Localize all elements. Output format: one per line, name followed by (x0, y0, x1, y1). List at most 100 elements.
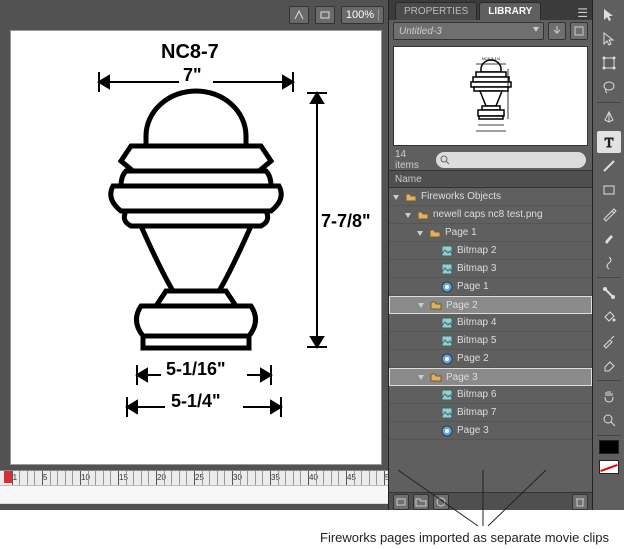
eraser-tool[interactable] (597, 354, 621, 376)
row-type-icon (440, 424, 454, 438)
library-tree[interactable]: Fireworks Objectsnewell caps nc8 test.pn… (389, 188, 592, 478)
row-label: Bitmap 4 (457, 317, 496, 328)
tree-movieclip-item[interactable]: Page 3 (389, 422, 592, 440)
zoom-value: 100% (346, 7, 374, 23)
zoom-tool[interactable] (597, 409, 621, 431)
panel-menu-icon[interactable]: ☰ (577, 6, 588, 20)
delete-button[interactable] (572, 494, 588, 510)
row-type-icon (440, 388, 454, 402)
tree-page-folder[interactable]: Page 2 (389, 296, 592, 314)
library-footer (389, 492, 592, 510)
document-select[interactable]: Untitled-3 (393, 22, 544, 40)
pencil-tool[interactable] (597, 203, 621, 225)
tree-bitmap-item[interactable]: Bitmap 6 (389, 386, 592, 404)
document-name: Untitled-3 (399, 26, 442, 37)
line-tool[interactable] (597, 155, 621, 177)
timeline-ruler[interactable]: 15101520253035404550 (0, 470, 388, 504)
bone-tool[interactable] (597, 282, 621, 304)
zoom-control[interactable]: 100% (341, 6, 384, 24)
dim-top-arrow (91, 67, 301, 97)
row-type-icon (440, 244, 454, 258)
library-header-name[interactable]: Name (389, 170, 592, 188)
row-label: Bitmap 3 (457, 263, 496, 274)
row-type-icon (429, 298, 443, 312)
stage-tool-2[interactable] (315, 6, 335, 24)
row-type-icon (440, 406, 454, 420)
free-transform-tool[interactable] (597, 52, 621, 74)
annotation-text: Fireworks pages imported as separate mov… (320, 530, 609, 545)
svg-text:T: T (604, 136, 613, 150)
pen-tool[interactable] (597, 107, 621, 129)
stage[interactable]: NC8-7 7" 7-7/8" (10, 30, 382, 465)
tree-folder-root[interactable]: Fireworks Objects (389, 188, 592, 206)
disclosure-triangle-icon[interactable] (403, 211, 413, 219)
lasso-tool[interactable] (597, 76, 621, 98)
row-label: Bitmap 5 (457, 335, 496, 346)
row-label: Page 2 (457, 353, 489, 364)
row-label: Bitmap 7 (457, 407, 496, 418)
row-type-icon (416, 208, 430, 222)
tools-panel: T (592, 0, 624, 510)
tree-bitmap-item[interactable]: Bitmap 3 (389, 260, 592, 278)
paint-bucket-tool[interactable] (597, 306, 621, 328)
properties-button[interactable] (433, 494, 449, 510)
fill-color-swatch[interactable] (599, 440, 619, 454)
row-type-icon (404, 190, 418, 204)
ruler-mark: 1 (13, 473, 17, 482)
disclosure-triangle-icon[interactable] (416, 373, 426, 381)
stroke-color-swatch[interactable] (599, 460, 619, 474)
row-label: Page 1 (445, 227, 477, 238)
subselect-tool[interactable] (597, 28, 621, 50)
selection-tool[interactable] (597, 4, 621, 26)
brush-tool[interactable] (597, 227, 621, 249)
tree-bitmap-item[interactable]: Bitmap 2 (389, 242, 592, 260)
tree-folder-file[interactable]: newell caps nc8 test.png (389, 206, 592, 224)
rectangle-tool[interactable] (597, 179, 621, 201)
pin-button[interactable] (548, 22, 566, 40)
tree-bitmap-item[interactable]: Bitmap 4 (389, 314, 592, 332)
disclosure-triangle-icon[interactable] (415, 229, 425, 237)
new-library-button[interactable] (570, 22, 588, 40)
search-input[interactable] (450, 155, 582, 166)
svg-text:NC8-5-1/4: NC8-5-1/4 (481, 56, 500, 61)
tab-properties[interactable]: PROPERTIES (395, 2, 477, 20)
row-type-icon (440, 280, 454, 294)
row-label: Bitmap 6 (457, 389, 496, 400)
tree-bitmap-item[interactable]: Bitmap 7 (389, 404, 592, 422)
tree-bitmap-item[interactable]: Bitmap 5 (389, 332, 592, 350)
library-search[interactable] (436, 152, 586, 168)
diagram-title: NC8-7 (161, 41, 219, 64)
hand-tool[interactable] (597, 385, 621, 407)
chevron-down-icon (533, 27, 539, 32)
tree-page-folder[interactable]: Page 1 (389, 224, 592, 242)
row-label: Page 3 (446, 372, 478, 383)
tree-movieclip-item[interactable]: Page 2 (389, 350, 592, 368)
row-type-icon (428, 226, 442, 240)
new-folder-button[interactable] (413, 494, 429, 510)
dim-b1-arrow (129, 363, 279, 387)
deco-tool[interactable] (597, 251, 621, 273)
library-panel: PROPERTIES LIBRARY ☰ Untitled-3 NC8-5-1/ (388, 0, 592, 510)
search-icon (440, 155, 450, 165)
text-tool[interactable]: T (597, 131, 621, 153)
disclosure-triangle-icon[interactable] (391, 193, 401, 201)
row-label: Page 1 (457, 281, 489, 292)
annotation-callout: Fireworks pages imported as separate mov… (300, 508, 620, 548)
eyedropper-tool[interactable] (597, 330, 621, 352)
row-type-icon (440, 352, 454, 366)
row-type-icon (440, 334, 454, 348)
row-type-icon (429, 370, 443, 384)
stage-tool-1[interactable] (289, 6, 309, 24)
library-preview: NC8-5-1/4 (393, 46, 588, 146)
tree-movieclip-item[interactable]: Page 1 (389, 278, 592, 296)
row-type-icon (440, 262, 454, 276)
item-count: 14 items (395, 149, 430, 171)
row-label: Page 2 (446, 300, 478, 311)
tree-page-folder[interactable]: Page 3 (389, 368, 592, 386)
disclosure-triangle-icon[interactable] (416, 301, 426, 309)
timeline-track[interactable] (0, 485, 388, 503)
ruler-mark: 5 (43, 473, 47, 482)
tab-library[interactable]: LIBRARY (479, 2, 541, 20)
new-symbol-button[interactable] (393, 494, 409, 510)
dim-b2-arrow (119, 395, 289, 419)
